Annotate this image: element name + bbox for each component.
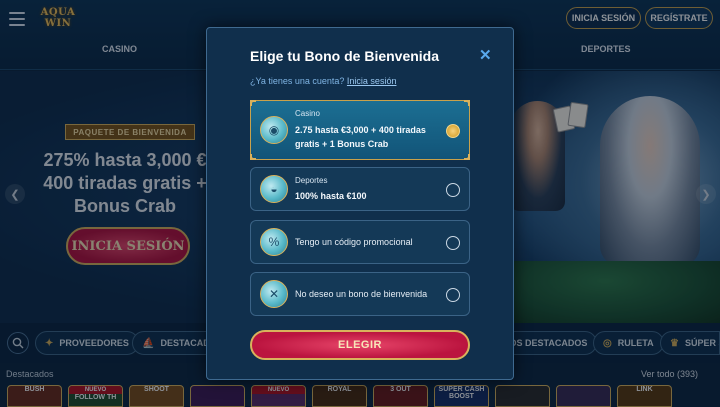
account-question: ¿Ya tienes una cuenta? (250, 76, 345, 86)
radio-selected[interactable] (446, 124, 460, 138)
coins-icon: ◉ (260, 116, 288, 144)
bonus-option-deportes[interactable]: ◒ Deportes 100% hasta €100 (250, 167, 470, 211)
radio-unselected[interactable] (446, 236, 460, 250)
option-description: 2.75 hasta €3,000 + 400 tiradas gratis +… (295, 125, 426, 149)
option-description: 100% hasta €100 (295, 191, 367, 201)
modal-title: Elige tu Bono de Bienvenida (250, 48, 440, 64)
radio-unselected[interactable] (446, 288, 460, 302)
no-bonus-icon: ✕ (260, 280, 288, 308)
choose-button[interactable]: ELEGIR (250, 330, 470, 360)
bonus-option-promo-code[interactable]: % Tengo un código promocional (250, 220, 470, 264)
volleyball-icon: ◒ (260, 175, 288, 203)
promo-tag-icon: % (260, 228, 288, 256)
welcome-bonus-modal: Elige tu Bono de Bienvenida ✕ ¿Ya tienes… (206, 27, 514, 380)
option-label: Casino (295, 109, 320, 118)
close-icon[interactable]: ✕ (479, 46, 492, 64)
bonus-option-casino[interactable]: ◉ Casino 2.75 hasta €3,000 + 400 tiradas… (250, 100, 470, 160)
option-description: No deseo un bono de bienvenida (295, 289, 428, 299)
bonus-option-no-bonus[interactable]: ✕ No deseo un bono de bienvenida (250, 272, 470, 316)
radio-unselected[interactable] (446, 183, 460, 197)
login-link[interactable]: Inicia sesión (347, 76, 397, 86)
option-label: Deportes (295, 176, 328, 185)
account-prompt: ¿Ya tienes una cuenta? Inicia sesión (250, 76, 396, 86)
option-description: Tengo un código promocional (295, 237, 413, 247)
